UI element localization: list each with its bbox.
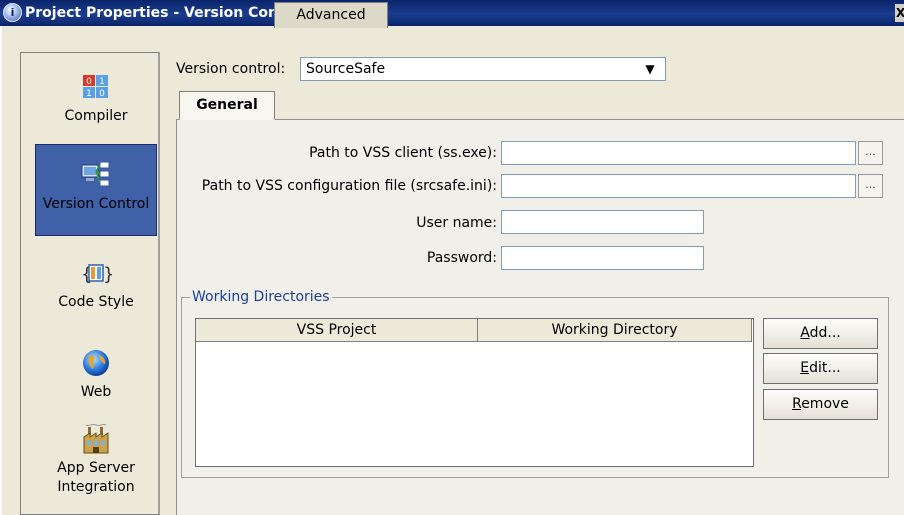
version-control-label: Version control:	[176, 61, 286, 77]
vss-client-label: Path to VSS client (ss.exe):	[309, 145, 497, 161]
edit-label: dit...	[809, 360, 841, 376]
column-header-vss-project[interactable]: VSS Project	[196, 319, 478, 342]
app-server-icon	[80, 423, 112, 455]
add-button[interactable]: Add...	[763, 318, 878, 349]
vss-config-input[interactable]	[501, 174, 856, 198]
sidebar-item-web[interactable]: Web	[35, 347, 157, 407]
edit-button[interactable]: Edit...	[763, 353, 878, 384]
svg-text:1: 1	[86, 89, 92, 99]
window-left-edge	[0, 26, 2, 515]
sidebar-item-label: Compiler	[64, 108, 128, 124]
sidebar-item-label: Web	[80, 384, 112, 400]
window-title: Project Properties - Version Control	[25, 5, 306, 21]
version-control-value: SourceSafe	[306, 61, 386, 77]
tab-general[interactable]: General	[179, 91, 275, 120]
sidebar-item-code-style[interactable]: { } Code Style	[35, 257, 157, 317]
add-label: dd...	[809, 325, 841, 341]
column-header-working-directory[interactable]: Working Directory	[478, 319, 752, 342]
chevron-down-icon[interactable]: ▼	[639, 58, 661, 80]
sidebar-item-label: Version Control	[42, 196, 150, 212]
category-sidebar: 0 1 1 0 Compiler Version Control {Code …	[20, 52, 160, 515]
code-style-icon: { }	[80, 257, 114, 289]
username-label: User name:	[416, 215, 497, 231]
sidebar-item-label: App Server	[57, 460, 135, 476]
svg-text:0: 0	[99, 89, 105, 99]
sidebar-item-label: Code Style	[58, 294, 134, 310]
vss-client-browse-button[interactable]: ...	[858, 141, 883, 165]
svg-text:0: 0	[86, 77, 92, 87]
sidebar-item-version-control[interactable]: Version Control	[35, 144, 157, 236]
vss-config-browse-button[interactable]: ...	[858, 174, 883, 198]
version-control-icon	[80, 159, 112, 191]
username-input[interactable]	[501, 210, 704, 234]
edit-mnemonic: E	[800, 360, 810, 376]
sidebar-item-label-line2: Integration	[57, 479, 135, 495]
password-input[interactable]	[501, 246, 704, 270]
add-mnemonic: A	[800, 325, 810, 341]
svg-text:1: 1	[99, 77, 105, 87]
web-globe-icon	[80, 347, 112, 379]
vss-client-input[interactable]	[501, 141, 856, 165]
window-title-bar[interactable]: i Project Properties - Version Control X	[0, 0, 904, 26]
remove-mnemonic: R	[792, 396, 802, 412]
compiler-icon: 0 1 1 0	[80, 71, 112, 103]
working-directories-title: Working Directories	[190, 289, 332, 305]
remove-label: emove	[801, 396, 849, 412]
vss-config-label: Path to VSS configuration file (srcsafe.…	[201, 178, 497, 194]
password-label: Password:	[426, 250, 497, 266]
svg-text:}: }	[103, 264, 112, 285]
app-icon: i	[3, 3, 22, 22]
version-control-select[interactable]: SourceSafe ▼	[300, 57, 666, 81]
sidebar-item-app-server[interactable]: App Server Integration	[35, 423, 157, 509]
remove-button[interactable]: Remove	[763, 389, 878, 420]
sidebar-item-compiler[interactable]: 0 1 1 0 Compiler	[35, 71, 157, 131]
tab-advanced[interactable]: Advanced	[274, 2, 388, 28]
close-button[interactable]: X	[895, 4, 904, 22]
working-directories-table[interactable]: VSS Project Working Directory	[195, 318, 754, 467]
